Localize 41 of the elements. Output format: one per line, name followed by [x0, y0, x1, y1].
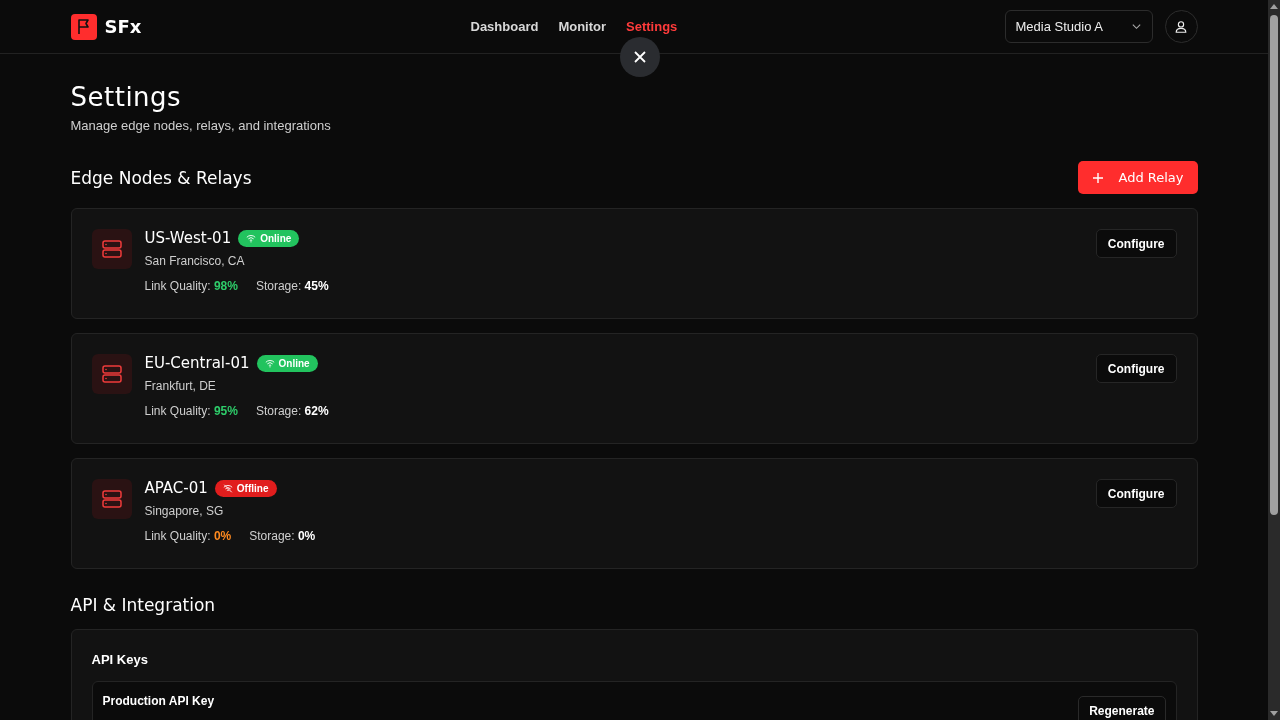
nav-link[interactable]: Monitor	[558, 19, 607, 34]
node-name: EU-Central-01	[144, 354, 250, 372]
close-icon	[632, 49, 648, 65]
nav-link[interactable]: Settings	[626, 19, 678, 34]
server-icon	[91, 229, 132, 269]
configure-button[interactable]: Configure	[1095, 479, 1177, 508]
node-name: US-West-01	[144, 229, 232, 247]
section-title: Edge Nodes & Relays	[70, 167, 252, 188]
user-icon	[1174, 19, 1188, 34]
link-quality: Link Quality: 0%	[144, 529, 232, 543]
workspace-select[interactable]: Media Studio A	[1004, 10, 1153, 43]
status-badge: Offline	[214, 479, 277, 497]
logo-icon	[70, 13, 97, 40]
chevron-down-icon	[1130, 21, 1142, 32]
scrollbar[interactable]	[1268, 0, 1280, 720]
server-icon	[91, 354, 132, 394]
link-quality: Link Quality: 98%	[144, 279, 238, 293]
storage: Storage: 45%	[255, 279, 329, 293]
node-location: Singapore, SG	[144, 504, 225, 518]
server-icon	[91, 479, 132, 519]
status-badge: Online	[256, 354, 318, 372]
plus-icon	[1092, 171, 1105, 184]
page-subtitle: Manage edge nodes, relays, and integrations	[70, 118, 332, 133]
section-title: API & Integration	[70, 595, 217, 615]
regenerate-button[interactable]: Regenerate	[1078, 696, 1166, 720]
node-location: Frankfurt, DE	[144, 379, 217, 393]
page-title: Settings	[70, 82, 183, 112]
storage: Storage: 62%	[255, 404, 329, 418]
add-relay-button[interactable]: Add Relay	[1078, 161, 1198, 194]
storage: Storage: 0%	[249, 529, 316, 543]
card-title: API Keys	[91, 652, 149, 667]
status-badge: Online	[238, 229, 300, 247]
key-name: Production API Key	[102, 694, 215, 708]
close-button[interactable]	[620, 37, 660, 77]
brand-name: SFx	[104, 16, 142, 37]
configure-button[interactable]: Configure	[1095, 229, 1177, 258]
configure-button[interactable]: Configure	[1095, 354, 1177, 383]
link-quality: Link Quality: 95%	[144, 404, 238, 418]
node-location: San Francisco, CA	[144, 254, 246, 268]
nav-link[interactable]: Dashboard	[470, 19, 539, 34]
node-name: APAC-01	[144, 479, 208, 497]
